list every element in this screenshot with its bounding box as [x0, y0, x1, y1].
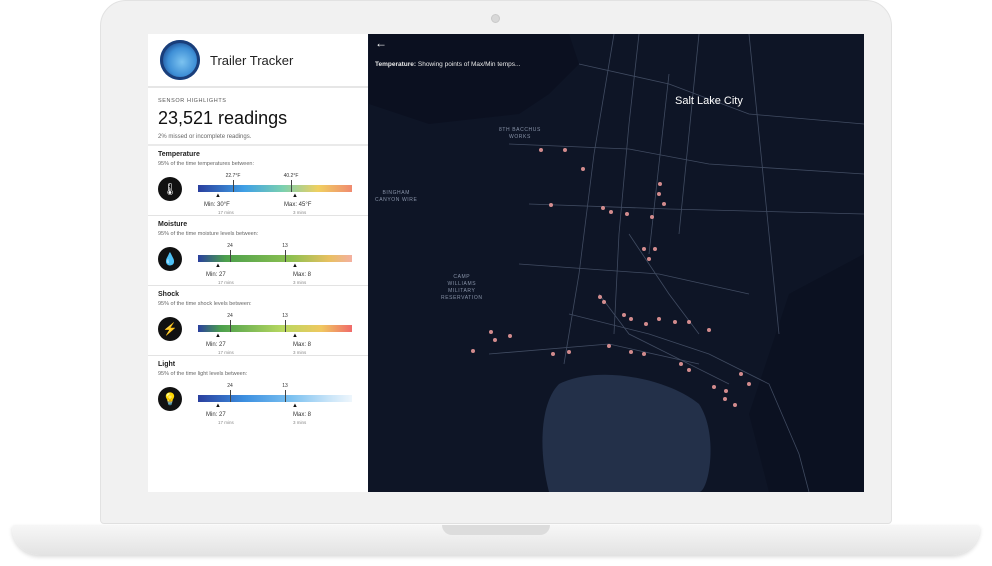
sensor-title: Temperature [158, 151, 200, 158]
range-low-label: 24 [227, 383, 233, 389]
range-gradient [198, 255, 352, 262]
sensor-temperature[interactable]: Temperature 95% of the time temperatures… [148, 146, 368, 216]
max-duration: 3 mins [293, 210, 307, 215]
lightning-icon: ⚡ [158, 317, 182, 341]
area-label-line: WORKS [509, 134, 531, 140]
area-label-line: RESERVATION [441, 295, 483, 301]
city-label: Salt Lake City [675, 95, 743, 107]
range-bar: 24 13 ▲ ▲ Min: 27 17 mins Max: 8 3 mins [198, 383, 352, 425]
readings-count: 23,521 readings [158, 108, 288, 128]
sensor-moisture[interactable]: Moisture 95% of the time moisture levels… [148, 216, 368, 286]
range-high-label: 40.2°F [283, 173, 299, 179]
range-bar: 24 13 ▲ ▲ Min: 27 17 mins Max: 8 3 mins [198, 243, 352, 285]
sensor-title: Light [158, 361, 176, 368]
min-marker-icon: ▲ [215, 403, 221, 409]
min-duration: 17 mins [218, 280, 234, 285]
back-arrow-icon[interactable]: ← [375, 36, 387, 50]
range-low-tick [233, 180, 234, 192]
app-logo [160, 40, 200, 80]
range-gradient [198, 395, 352, 402]
area-label-line: MILITARY [448, 288, 476, 294]
sensor-shock[interactable]: Shock 95% of the time shock levels betwe… [148, 286, 368, 356]
max-value: Max: 8 [293, 412, 312, 418]
max-duration: 3 mins [293, 420, 307, 425]
area-label-line: 8TH BACCHUS [499, 127, 541, 133]
min-value: Min: 27 [206, 272, 226, 278]
max-value: Max: 45°F [284, 202, 312, 208]
range-high-label: 13 [282, 243, 288, 249]
range-low-label: 24 [227, 243, 233, 249]
min-duration: 17 mins [218, 210, 234, 215]
sensor-panel: Trailer Tracker SENSOR HIGHLIGHTS 23,521… [148, 34, 368, 492]
min-value: Min: 27 [206, 412, 226, 418]
range-gradient [198, 185, 352, 192]
missed-readings-note: 2% missed or incomplete readings. [158, 134, 252, 140]
range-low-tick [230, 250, 231, 262]
range-high-tick [285, 390, 286, 402]
map-view[interactable]: ← Temperature: Showing points of Max/Min… [369, 34, 864, 492]
map-base [369, 34, 864, 492]
sensor-highlights: SENSOR HIGHLIGHTS 23,521 readings 2% mis… [148, 88, 368, 146]
range-high-label: 13 [282, 313, 288, 319]
range-low-label: 22.7°F [225, 173, 241, 179]
sensor-title: Shock [158, 291, 180, 298]
range-high-tick [291, 180, 292, 192]
max-duration: 3 mins [293, 350, 307, 355]
range-low-label: 24 [227, 313, 233, 319]
app-header: Trailer Tracker [148, 34, 368, 88]
map-caption: Temperature: Showing points of Max/Min t… [375, 61, 520, 68]
range-high-label: 13 [282, 383, 288, 389]
area-label-line: WILLIAMS [447, 281, 477, 287]
area-label-line: CAMP [453, 274, 471, 280]
webcam-icon [491, 14, 500, 23]
range-high-tick [285, 250, 286, 262]
highlights-label: SENSOR HIGHLIGHTS [158, 98, 227, 104]
area-label-camp-williams: CAMP WILLIAMS MILITARY RESERVATION [441, 274, 483, 302]
caption-bold: Temperature: [375, 61, 417, 68]
range-bar: 22.7°F 40.2°F ▲ ▲ Min: 30°F 17 mins Max:… [198, 173, 352, 215]
area-label-bingham: BINGHAM CANYON WIRE [375, 190, 417, 204]
min-duration: 17 mins [218, 420, 234, 425]
area-label-works: 8TH BACCHUS WORKS [499, 127, 541, 141]
range-gradient [198, 325, 352, 332]
droplet-icon: 💧 [158, 247, 182, 271]
thermometer-icon: 🌡 [158, 177, 182, 201]
base-notch [442, 525, 550, 535]
max-marker-icon: ▲ [292, 333, 298, 339]
range-bar: 24 13 ▲ ▲ Min: 27 17 mins Max: 8 3 mins [198, 313, 352, 355]
caption-text: Showing points of Max/Min temps... [416, 61, 521, 68]
max-duration: 3 mins [293, 280, 307, 285]
max-marker-icon: ▲ [292, 403, 298, 409]
range-low-tick [230, 390, 231, 402]
min-marker-icon: ▲ [215, 263, 221, 269]
max-marker-icon: ▲ [292, 193, 298, 199]
min-duration: 17 mins [218, 350, 234, 355]
max-marker-icon: ▲ [292, 263, 298, 269]
area-label-line: BINGHAM [382, 190, 410, 196]
max-value: Max: 8 [293, 342, 312, 348]
min-marker-icon: ▲ [215, 333, 221, 339]
min-value: Min: 27 [206, 342, 226, 348]
app-title: Trailer Tracker [210, 52, 294, 68]
laptop-base [12, 525, 980, 555]
max-value: Max: 8 [293, 272, 312, 278]
area-label-line: CANYON WIRE [375, 197, 418, 203]
app-screen: Trailer Tracker SENSOR HIGHLIGHTS 23,521… [148, 34, 864, 492]
sensor-title: Moisture [158, 221, 188, 228]
lightbulb-icon: 💡 [158, 387, 182, 411]
range-low-tick [230, 320, 231, 332]
sensor-light[interactable]: Light 95% of the time light levels betwe… [148, 356, 368, 425]
min-value: Min: 30°F [204, 202, 230, 208]
min-marker-icon: ▲ [215, 193, 221, 199]
range-high-tick [285, 320, 286, 332]
